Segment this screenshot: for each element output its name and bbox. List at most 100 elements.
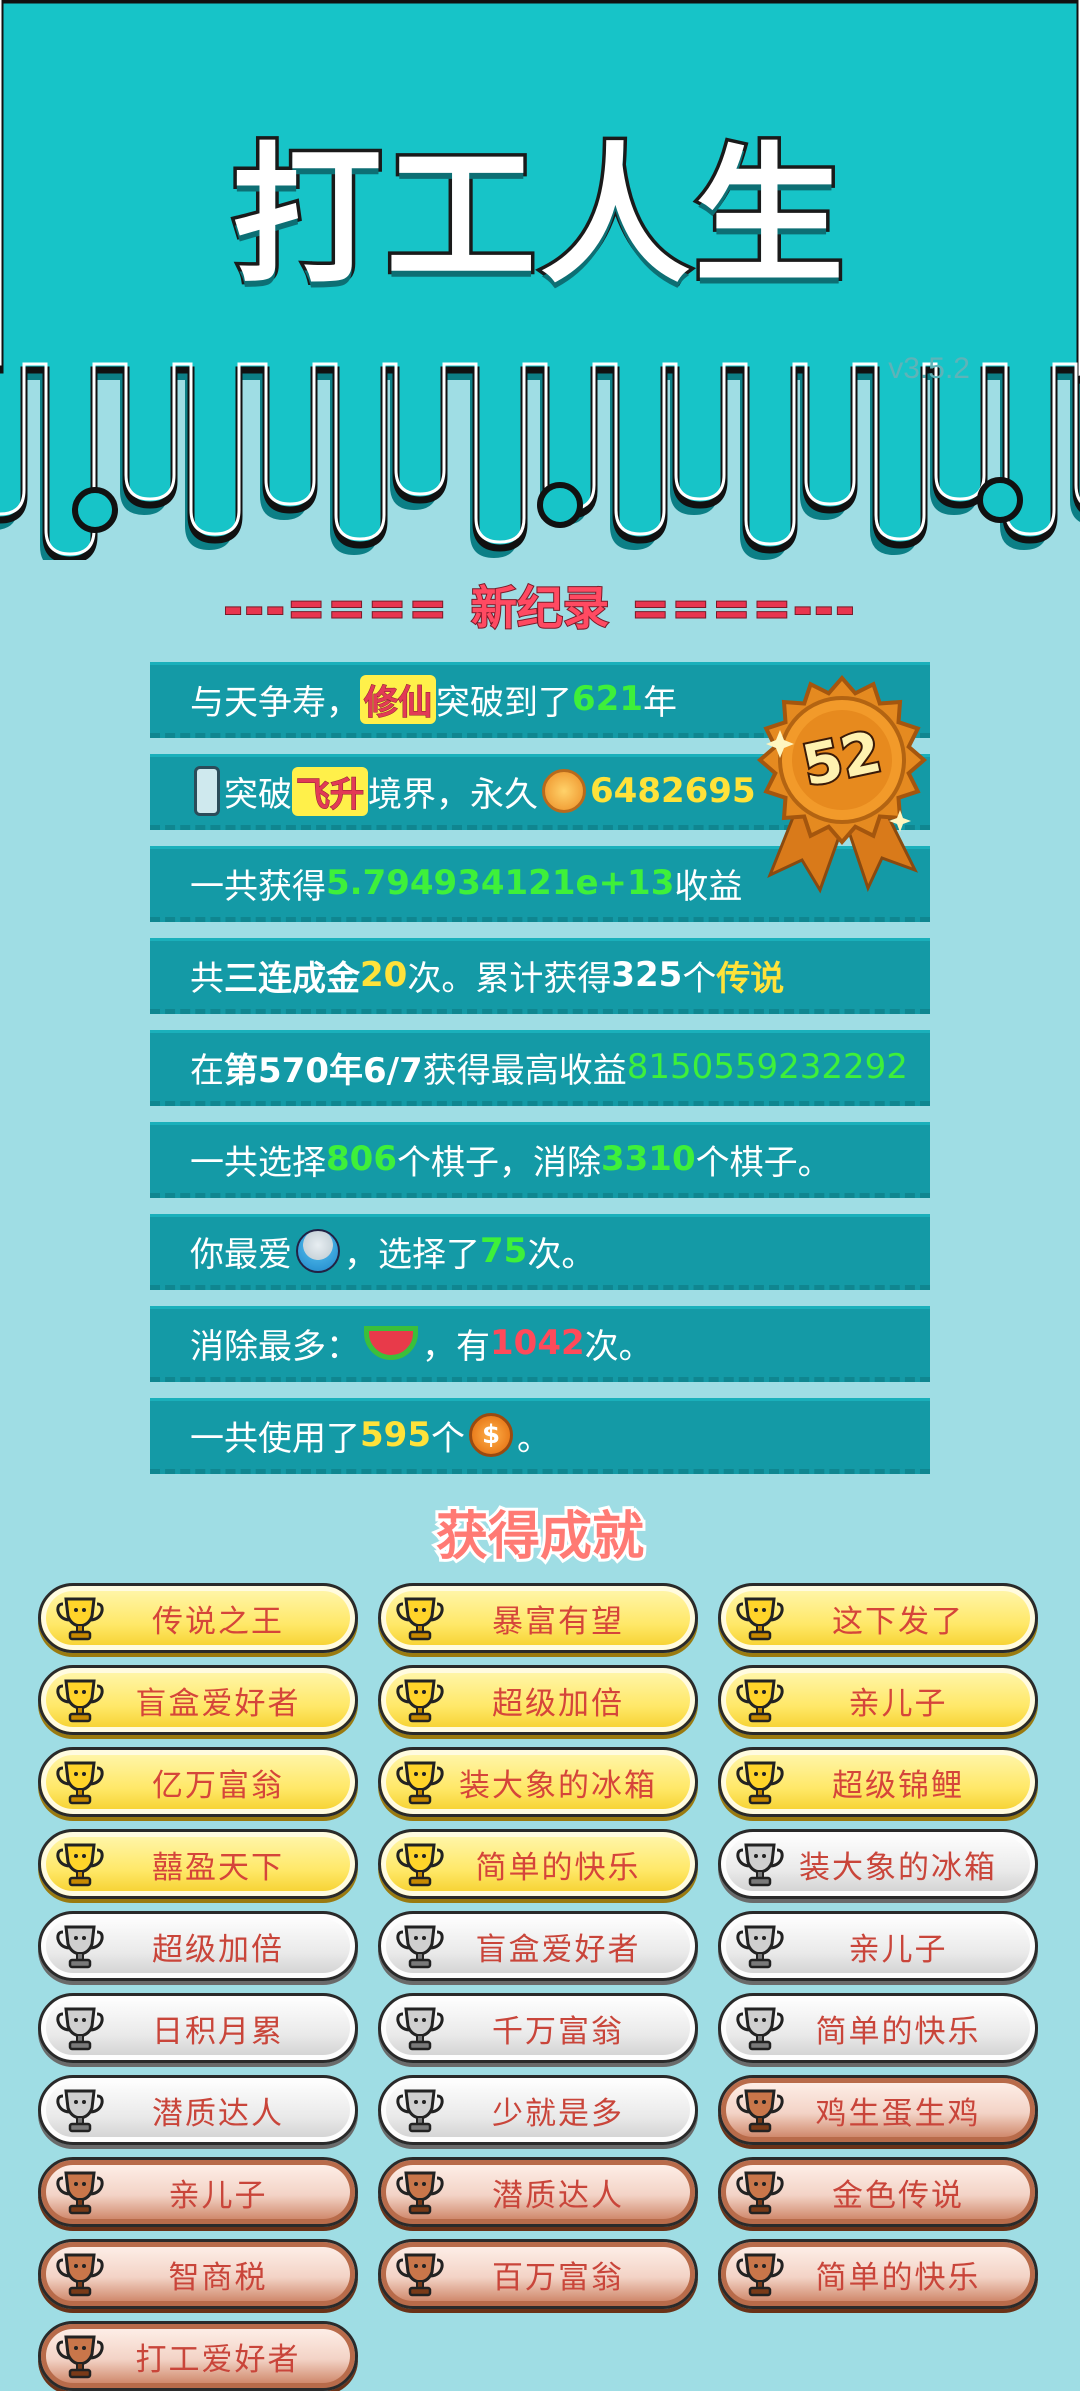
record-text: 个 — [682, 958, 717, 999]
record-text: 收益 — [674, 866, 743, 907]
achievement-badge[interactable]: 智商税 — [38, 2239, 358, 2309]
achievement-badge[interactable]: 百万富翁 — [378, 2239, 698, 2309]
record-text: 飞升 — [292, 766, 368, 816]
record-text: ，选择了 — [344, 1234, 480, 1275]
record-text: 消除最多： — [190, 1326, 360, 1367]
version-label: v3.5.2 — [888, 352, 970, 385]
achievement-label: 暴富有望 — [492, 1603, 624, 1640]
achievement-label: 盲盒爱好者 — [475, 1931, 641, 1968]
achievement-label: 少就是多 — [492, 2095, 624, 2132]
record-text: 与天争寿， — [190, 682, 360, 723]
record-text: 1042 — [490, 1323, 585, 1363]
record-row: 一共选择 806 个棋子，消除 3310 个棋子。 — [150, 1122, 930, 1198]
achievement-label: 亲儿子 — [848, 1931, 948, 1968]
record-text: 一共获得 — [190, 866, 326, 907]
new-record-title: 新纪录 — [470, 580, 610, 636]
achievement-label: 超级加倍 — [492, 1685, 624, 1722]
achievement-label: 简单的快乐 — [815, 2259, 981, 2296]
record-text: 3310 — [600, 1139, 696, 1179]
record-text: 一共选择 — [190, 1142, 326, 1183]
record-text: 8150559232292 — [626, 1047, 908, 1087]
achievement-label: 囍盈天下 — [152, 1849, 284, 1886]
achievement-badge[interactable]: 装大象的冰箱 — [378, 1747, 698, 1817]
achievement-label: 百万富翁 — [492, 2259, 624, 2296]
achievement-badge[interactable]: 千万富翁 — [378, 1993, 698, 2063]
achievement-label: 日积月累 — [152, 2013, 284, 2050]
achievement-label: 超级锦鲤 — [832, 1767, 964, 1804]
achievement-badge[interactable]: 少就是多 — [378, 2075, 698, 2145]
record-text: 突破到了 — [436, 682, 572, 723]
achievement-label: 打工爱好者 — [135, 2341, 301, 2378]
achievement-badge[interactable]: 打工爱好者 — [38, 2321, 358, 2391]
medal-badge: 52 — [756, 674, 928, 894]
record-row: 一共使用了 595 个 $。 — [150, 1398, 930, 1474]
game-title: 打工人生 — [228, 127, 848, 308]
achievement-label: 装大象的冰箱 — [799, 1849, 997, 1886]
achievement-label: 鸡生蛋生鸡 — [815, 2095, 981, 2132]
achievement-badge[interactable]: 亲儿子 — [718, 1665, 1038, 1735]
achievement-badge[interactable]: 超级加倍 — [378, 1665, 698, 1735]
record-text: 次。累计获得 — [407, 958, 612, 999]
achievement-label: 千万富翁 — [492, 2013, 624, 2050]
achievement-badge[interactable]: 暴富有望 — [378, 1583, 698, 1653]
record-text: 第570年6/7 — [224, 1050, 423, 1091]
achievement-badge[interactable]: 简单的快乐 — [378, 1829, 698, 1899]
record-text: 595 — [360, 1415, 431, 1455]
achievement-badge[interactable]: 潜质达人 — [378, 2157, 698, 2227]
record-text: 在 — [190, 1050, 224, 1091]
achievement-badge[interactable]: 简单的快乐 — [718, 2239, 1038, 2309]
record-text: 325 — [611, 955, 683, 995]
achievement-badge[interactable]: 囍盈天下 — [38, 1829, 358, 1899]
achievement-badge[interactable]: 装大象的冰箱 — [718, 1829, 1038, 1899]
achievement-badge[interactable]: 日积月累 — [38, 1993, 358, 2063]
record-row: 共三连成金 20 次。累计获得 325 个传说 — [150, 938, 930, 1014]
achievement-badge[interactable]: 金色传说 — [718, 2157, 1038, 2227]
record-text: 三连成金 — [224, 958, 360, 999]
record-row: 你最爱 ，选择了 75 次。 — [150, 1214, 930, 1290]
achievement-badge[interactable]: 亲儿子 — [38, 2157, 358, 2227]
record-text: 6482695 — [590, 771, 756, 811]
achievement-badge[interactable]: 盲盒爱好者 — [38, 1665, 358, 1735]
achievement-badge[interactable]: 简单的快乐 — [718, 1993, 1038, 2063]
achievement-badge[interactable]: 超级加倍 — [38, 1911, 358, 1981]
new-record-heading: ---==== 新纪录 ====--- — [0, 572, 1080, 638]
fridge-icon — [194, 766, 220, 816]
rice-bowl-icon — [296, 1229, 340, 1273]
record-text: 传说 — [716, 958, 785, 999]
achievement-label: 潜质达人 — [492, 2177, 624, 2214]
record-text: 年 — [642, 682, 677, 723]
achievement-badge[interactable]: 潜质达人 — [38, 2075, 358, 2145]
achievement-label: 智商税 — [168, 2259, 268, 2296]
record-text: 75 — [480, 1231, 528, 1271]
record-text: 修仙 — [360, 674, 436, 724]
achievement-badge[interactable]: 这下发了 — [718, 1583, 1038, 1653]
achievement-label: 潜质达人 — [152, 2095, 284, 2132]
achievement-badge[interactable]: 超级锦鲤 — [718, 1747, 1038, 1817]
heading-dashes-right: ====--- — [630, 580, 857, 636]
achievement-label: 超级加倍 — [152, 1931, 284, 1968]
record-text: 个棋子。 — [695, 1142, 832, 1183]
achievement-badge[interactable]: 盲盒爱好者 — [378, 1911, 698, 1981]
achievement-label: 盲盒爱好者 — [135, 1685, 301, 1722]
achievement-label: 传说之王 — [152, 1603, 284, 1640]
achievement-badge[interactable]: 鸡生蛋生鸡 — [718, 2075, 1038, 2145]
achievement-label: 亲儿子 — [848, 1685, 948, 1722]
record-text: 806 — [326, 1139, 397, 1179]
record-text: 621 — [572, 679, 643, 719]
record-text: 个棋子，消除 — [396, 1142, 601, 1183]
achievement-badge[interactable]: 亲儿子 — [718, 1911, 1038, 1981]
achievement-badge[interactable]: 亿万富翁 — [38, 1747, 358, 1817]
record-text: ，有 — [422, 1326, 490, 1367]
record-text: 次。 — [527, 1234, 596, 1275]
record-text: 境界，永久 — [368, 774, 538, 815]
record-text: 5.794934121e+13 — [326, 863, 675, 903]
record-text: 你最爱 — [190, 1234, 292, 1275]
coin-icon: $ — [468, 1413, 513, 1457]
record-text: 获得最高收益 — [422, 1050, 627, 1091]
record-text: 共 — [190, 958, 224, 999]
achievement-label: 亲儿子 — [168, 2177, 268, 2214]
record-text: 一共使用了 — [190, 1418, 360, 1459]
heart-coin-icon — [542, 769, 586, 813]
achievement-label: 装大象的冰箱 — [459, 1767, 657, 1804]
achievement-badge[interactable]: 传说之王 — [38, 1583, 358, 1653]
